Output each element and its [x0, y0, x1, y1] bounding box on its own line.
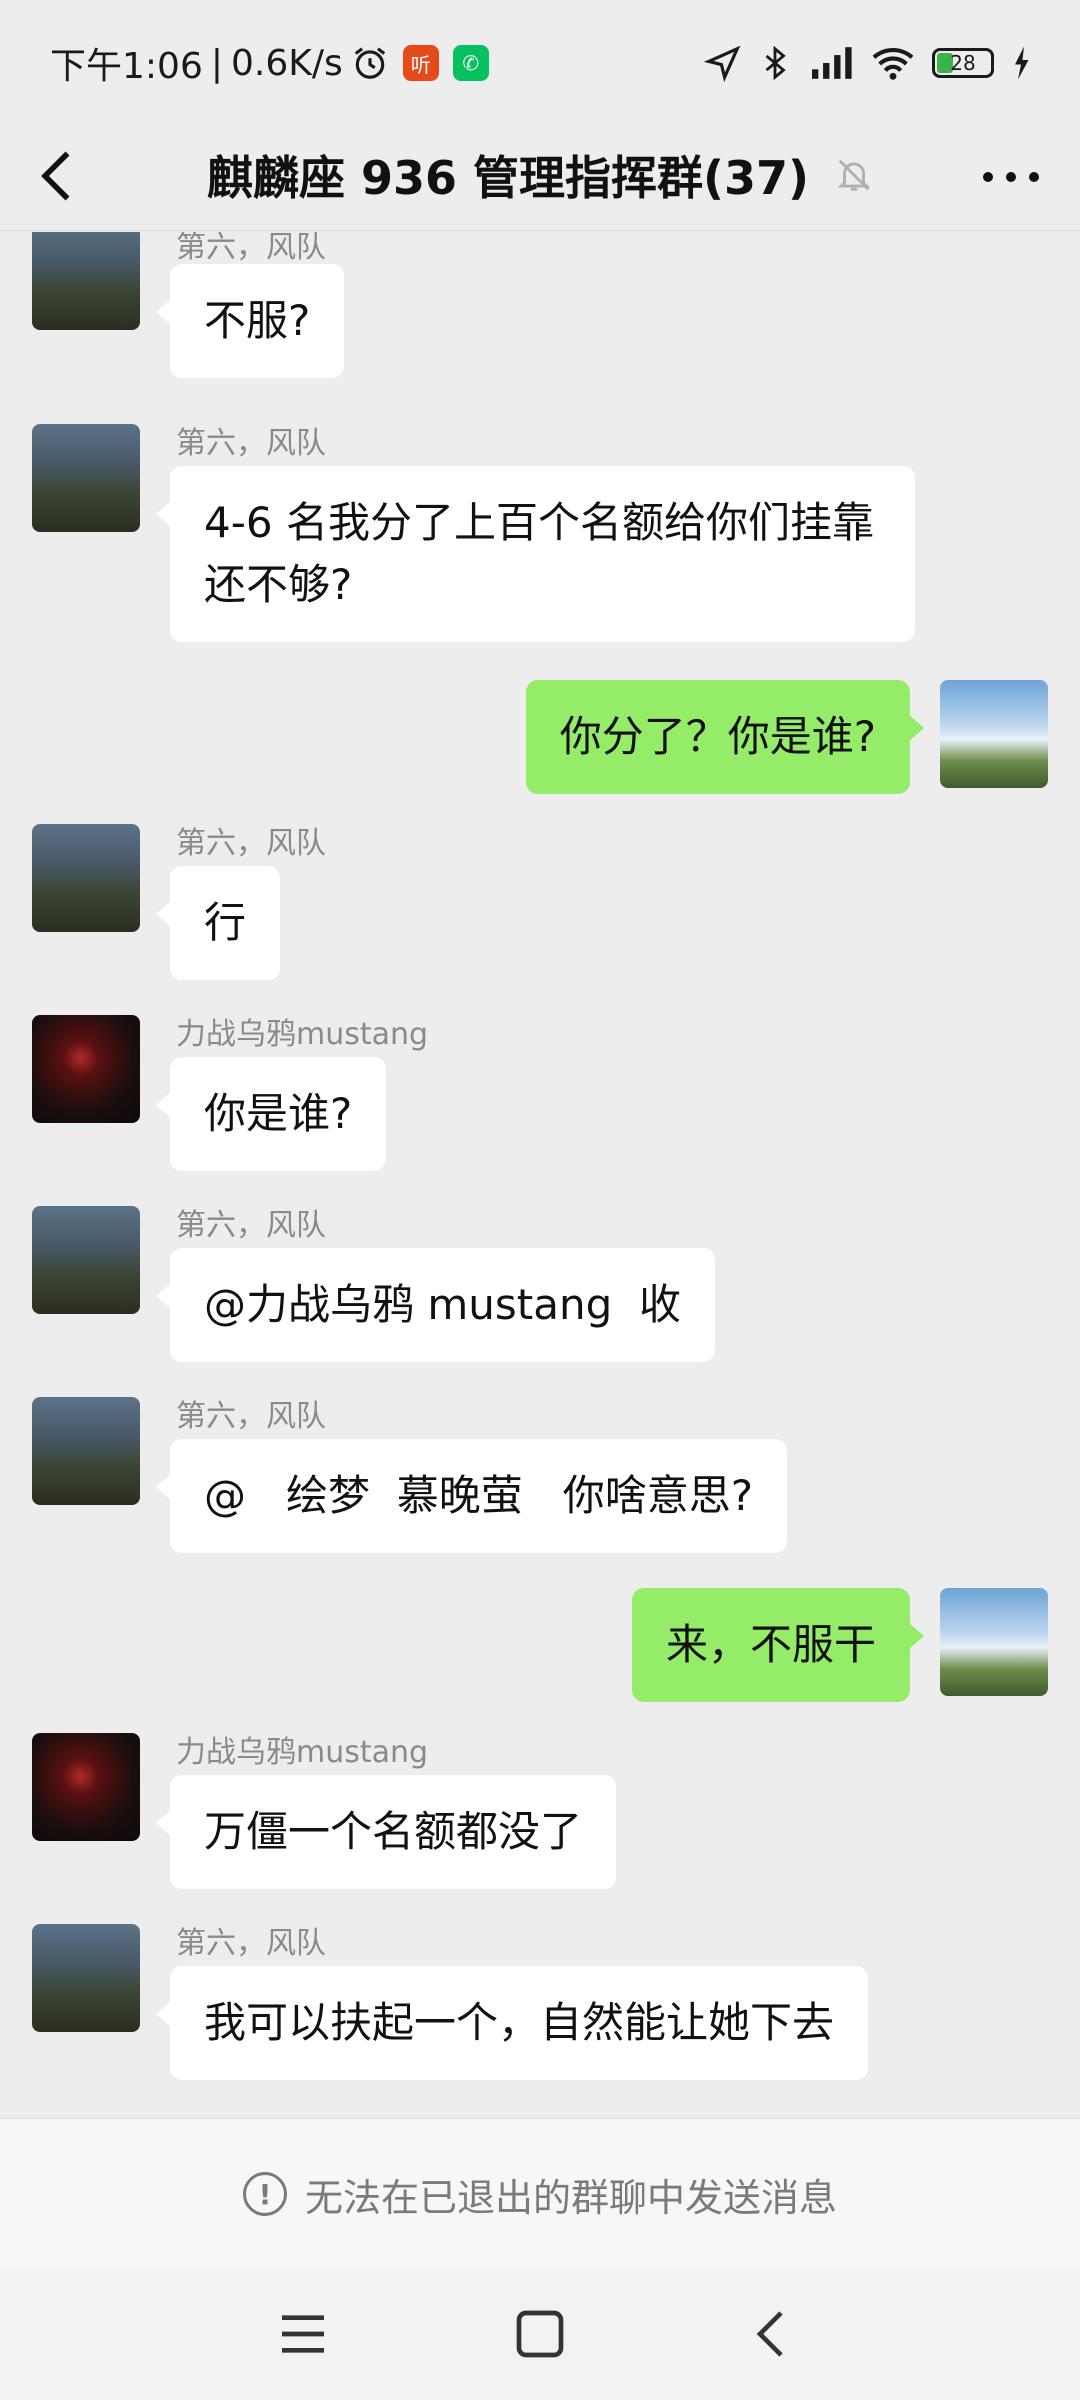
- status-right: 28: [704, 40, 1032, 86]
- message-bubble[interactable]: 不服?: [155, 264, 345, 378]
- message-bubble[interactable]: @力战乌鸦 mustang 收: [156, 1248, 715, 1362]
- message-list[interactable]: 第六，风队 不服? 第六，风队 4-6 名我分了上百个名额给你们挂靠还不够? 你…: [0, 232, 1080, 2117]
- avatar[interactable]: [32, 824, 140, 932]
- menu-icon[interactable]: [275, 2306, 331, 2362]
- status-separator: |: [210, 42, 223, 84]
- charging-icon: [1015, 46, 1029, 80]
- more-options-icon[interactable]: [976, 152, 1046, 202]
- message-bubble[interactable]: 我可以扶起一个，自然能让她下去: [155, 1966, 869, 2080]
- message-bubble[interactable]: 你分了？你是谁?: [525, 680, 925, 794]
- message-bubble[interactable]: @ 绘梦 慕晚萤 你啥意思?: [155, 1439, 788, 1553]
- avatar[interactable]: [32, 1924, 140, 2032]
- chat-title-group: 麒麟座 936 管理指挥群(37): [0, 142, 1080, 208]
- alarm-icon: [354, 47, 385, 79]
- avatar[interactable]: [32, 424, 140, 532]
- avatar[interactable]: [940, 1588, 1048, 1696]
- status-left: 下午1:06 | 0.6K/s 听 ✆: [50, 38, 489, 88]
- sender-name: 力战乌鸦mustang: [176, 1017, 429, 1052]
- bluetooth-icon: [765, 45, 786, 81]
- muted-bell-icon: [837, 159, 871, 191]
- message-bubble[interactable]: 你是谁?: [155, 1057, 387, 1171]
- sender-name: 第六，风队: [176, 1926, 326, 1961]
- avatar[interactable]: [32, 1733, 140, 1841]
- avatar[interactable]: [32, 1206, 140, 1314]
- message-bubble[interactable]: 行: [155, 866, 281, 980]
- battery-level: 28: [950, 51, 976, 75]
- wifi-icon: [872, 47, 914, 80]
- left-group-notice: ! 无法在已退出的群聊中发送消息: [0, 2118, 1080, 2269]
- system-nav-bar: [0, 2268, 1080, 2400]
- location-icon: [704, 45, 741, 82]
- chat-header: 麒麟座 936 管理指挥群(37): [0, 120, 1080, 231]
- sender-name: 第六，风队: [176, 232, 326, 265]
- message-bubble[interactable]: 万僵一个名额都没了: [155, 1775, 617, 1889]
- status-net-speed: 0.6K/s: [230, 42, 343, 84]
- status-bar: 下午1:06 | 0.6K/s 听 ✆ 28: [0, 0, 1080, 120]
- sender-name: 力战乌鸦mustang: [176, 1735, 429, 1770]
- chat-title: 麒麟座 936 管理指挥群(37): [206, 151, 810, 205]
- sender-name: 第六，风队: [176, 1399, 326, 1434]
- back-icon[interactable]: [746, 2306, 802, 2362]
- battery-indicator: 28: [932, 48, 994, 78]
- message-bubble[interactable]: 4-6 名我分了上百个名额给你们挂靠还不够?: [156, 466, 915, 642]
- notice-text: 无法在已退出的群聊中发送消息: [304, 2175, 837, 2220]
- wechat-icon: ✆: [452, 45, 489, 81]
- sender-name: 第六，风队: [176, 826, 326, 861]
- sender-name: 第六，风队: [176, 426, 326, 461]
- message-bubble[interactable]: 来，不服干: [631, 1588, 925, 1702]
- avatar[interactable]: [32, 1015, 140, 1123]
- avatar[interactable]: [940, 680, 1048, 788]
- warning-icon: !: [242, 2172, 287, 2216]
- listen-app-icon: 听: [402, 45, 439, 81]
- home-icon[interactable]: [512, 2306, 568, 2362]
- status-time: 下午1:06: [50, 46, 203, 87]
- avatar[interactable]: [32, 1397, 140, 1505]
- signal-icon: [812, 47, 852, 79]
- avatar[interactable]: [32, 232, 140, 330]
- sender-name: 第六，风队: [176, 1208, 326, 1243]
